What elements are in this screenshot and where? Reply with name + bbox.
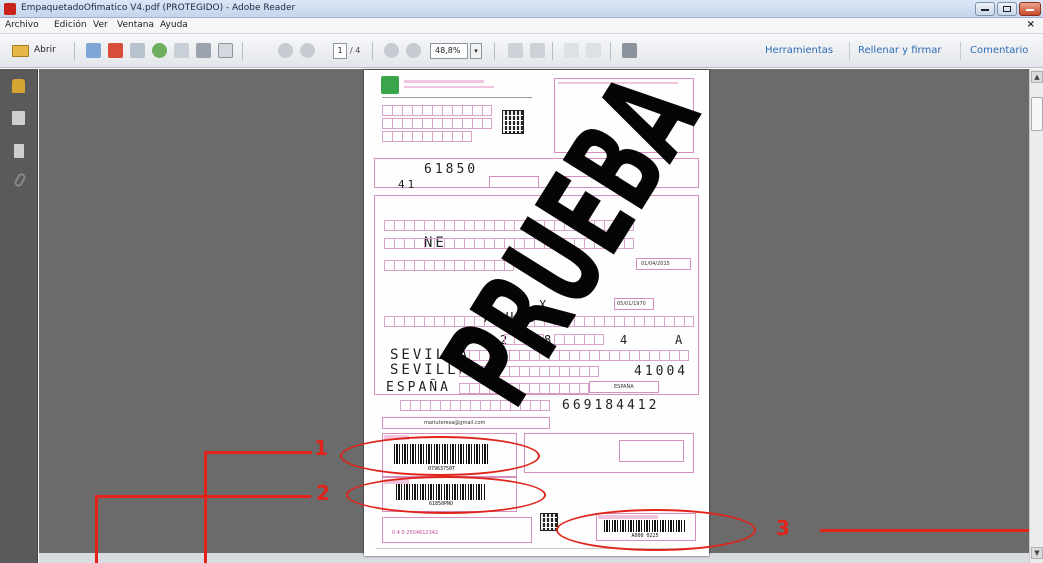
cloud-upload-icon[interactable]	[152, 43, 167, 58]
email-icon[interactable]	[218, 43, 233, 58]
save-icon[interactable]	[174, 43, 189, 58]
attachment-icon[interactable]	[13, 171, 27, 189]
callout-line-1	[205, 451, 312, 454]
fullscreen-icon[interactable]	[622, 43, 637, 58]
callout-line-2	[96, 495, 311, 498]
toolbar-separator	[552, 42, 553, 60]
qr-code-icon	[502, 110, 524, 134]
close-document-icon[interactable]: ×	[1027, 19, 1035, 30]
zoom-out-icon[interactable]	[384, 43, 399, 58]
callout-line-3	[820, 529, 1029, 532]
scroll-down-icon[interactable]: ▼	[1031, 547, 1043, 559]
minimize-icon	[981, 9, 989, 11]
create-pdf-icon[interactable]	[86, 43, 101, 58]
handwritten-letter-a: A	[675, 333, 686, 347]
header-divider	[382, 97, 532, 98]
toolbar-separator	[242, 42, 243, 60]
menu-ventana[interactable]: Ventana	[117, 20, 154, 30]
window-title: EmpaquetadoOfimatico V4.pdf (PROTEGIDO) …	[21, 3, 296, 13]
vertical-scrollbar[interactable]: ▲ ▼	[1029, 69, 1043, 563]
close-icon	[1026, 9, 1034, 11]
bookmark-icon[interactable]	[14, 144, 24, 158]
date-2-value: 05/01/1970	[617, 301, 646, 307]
handwritten-postal: 41004	[634, 364, 689, 379]
read-mode-icon[interactable]	[564, 43, 579, 58]
handwritten-country: ESPAÑA	[386, 380, 451, 395]
zoom-input[interactable]: 48,8%	[430, 43, 468, 59]
callout-number-2: 2	[316, 481, 330, 505]
fill-sign-link[interactable]: Rellenar y firmar	[858, 45, 941, 56]
callout-number-1: 1	[314, 436, 328, 460]
previous-page-icon[interactable]	[278, 43, 293, 58]
next-page-icon[interactable]	[300, 43, 315, 58]
fit-width-icon[interactable]	[530, 43, 545, 58]
email-value: mariuteresa@gmail.com	[424, 420, 486, 426]
callout-line-2	[95, 495, 98, 563]
handwritten-digit-4: 4	[620, 333, 631, 347]
header-line	[404, 86, 494, 88]
toolbar-separator	[494, 42, 495, 60]
print-icon[interactable]	[196, 43, 211, 58]
toolbar: Abrir 1 / 4 48,8% ▾ Herramientas Rellena…	[0, 34, 1043, 68]
scroll-thumb[interactable]	[1031, 97, 1043, 131]
menu-edicion[interactable]: Edición	[54, 20, 87, 30]
code-cells	[382, 105, 492, 116]
handwritten-code-1: 61850	[424, 162, 479, 177]
scroll-up-icon[interactable]: ▲	[1031, 71, 1043, 83]
lock-icon[interactable]	[12, 79, 25, 93]
toolbar-separator	[74, 42, 75, 60]
edit-document-icon[interactable]	[130, 43, 145, 58]
adobe-reader-icon	[4, 3, 16, 15]
menu-ver[interactable]: Ver	[93, 20, 108, 30]
code-cells	[382, 118, 492, 129]
handwritten-phone: 669184412	[562, 398, 660, 413]
callout-number-3: 3	[776, 516, 790, 540]
callout-ellipse-2	[346, 476, 546, 514]
toolbar-separator	[372, 42, 373, 60]
callout-ellipse-1	[340, 436, 540, 476]
folder-icon	[12, 45, 29, 57]
open-label: Abrir	[34, 45, 56, 55]
menu-archivo[interactable]: Archivo	[5, 20, 39, 30]
code-cells	[382, 131, 472, 142]
header-line	[404, 80, 484, 83]
zoom-in-icon[interactable]	[406, 43, 421, 58]
page-total-label: / 4	[350, 46, 361, 55]
fit-page-icon[interactable]	[508, 43, 523, 58]
close-window-button[interactable]	[1019, 2, 1041, 16]
zoom-dropdown-icon[interactable]: ▾	[470, 43, 482, 59]
window-titlebar: EmpaquetadoOfimatico V4.pdf (PROTEGIDO) …	[0, 0, 1043, 18]
menu-ayuda[interactable]: Ayuda	[160, 20, 188, 30]
page-number-input[interactable]: 1	[333, 43, 347, 59]
minimize-button[interactable]	[975, 2, 995, 16]
export-pdf-icon[interactable]	[108, 43, 123, 58]
handwritten-code-2: 41	[398, 178, 418, 191]
menubar: Archivo Edición Ver Ventana Ayuda ×	[0, 18, 1043, 34]
junta-logo-icon	[381, 76, 399, 94]
callout-ellipse-3	[556, 509, 756, 551]
navigation-panel	[0, 69, 38, 563]
bank-digits: 0 4 0 2504612342	[392, 530, 439, 536]
toolbar-separator	[849, 42, 850, 60]
pages-icon[interactable]	[12, 111, 25, 125]
maximize-button[interactable]	[997, 2, 1017, 16]
tools-link[interactable]: Herramientas	[765, 45, 833, 56]
country-field-value: ESPAÑA	[614, 384, 634, 390]
signature-box	[619, 440, 684, 462]
comment-link[interactable]: Comentario	[970, 45, 1028, 56]
toolbar-separator	[960, 42, 961, 60]
maximize-icon	[1003, 6, 1011, 12]
callout-line-1	[204, 451, 207, 563]
